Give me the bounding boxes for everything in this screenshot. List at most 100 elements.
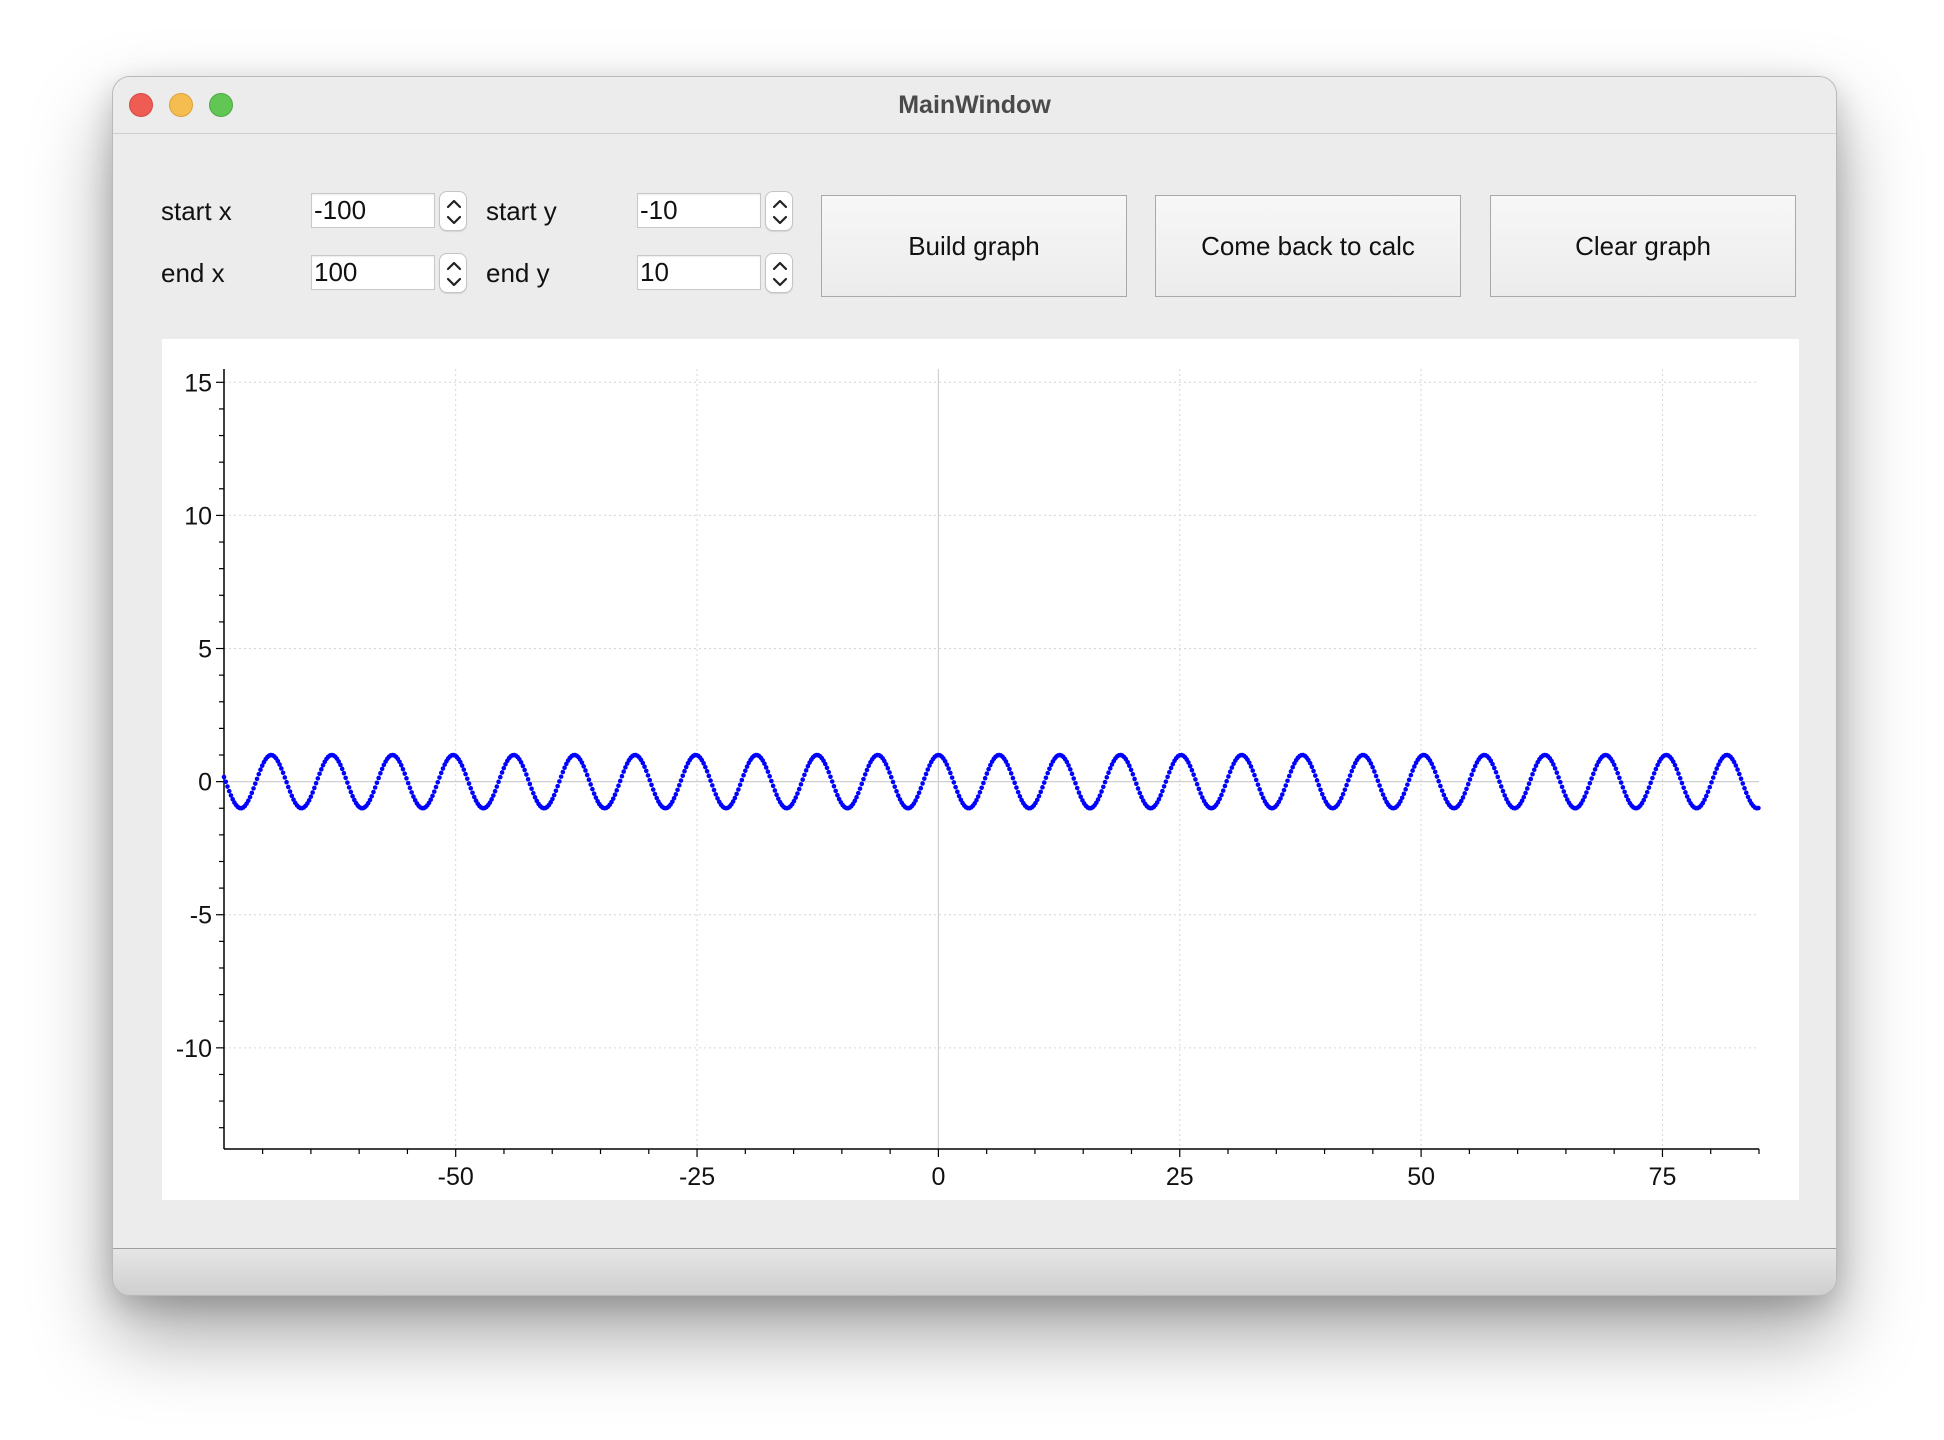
data-point bbox=[590, 786, 595, 792]
data-point bbox=[284, 779, 289, 785]
data-point bbox=[1613, 766, 1619, 772]
data-point bbox=[1672, 762, 1678, 768]
clear-graph-button[interactable]: Clear graph bbox=[1490, 195, 1796, 297]
x-tick-label: 75 bbox=[1649, 1163, 1677, 1191]
data-point bbox=[1712, 770, 1718, 776]
build-graph-button[interactable]: Build graph bbox=[821, 195, 1127, 297]
data-point bbox=[885, 765, 891, 771]
data-point bbox=[828, 774, 833, 780]
data-point bbox=[1465, 781, 1471, 787]
data-point bbox=[1431, 765, 1436, 770]
come-back-to-calc-button[interactable]: Come back to calc bbox=[1155, 195, 1461, 297]
start-x-label: start x bbox=[161, 196, 232, 226]
title-bar[interactable]: MainWindow bbox=[113, 77, 1836, 134]
data-point bbox=[1316, 782, 1322, 788]
maximize-window-button[interactable] bbox=[209, 93, 233, 117]
data-point bbox=[1066, 763, 1071, 768]
start-y-stepper[interactable] bbox=[765, 191, 793, 231]
data-point bbox=[1525, 786, 1530, 791]
start-x-stepper[interactable] bbox=[439, 191, 467, 231]
data-point bbox=[1132, 776, 1137, 782]
data-point bbox=[732, 795, 738, 801]
data-point bbox=[560, 769, 566, 775]
data-point bbox=[1344, 782, 1349, 788]
end-y-stepper[interactable] bbox=[765, 253, 793, 293]
data-point bbox=[1135, 786, 1141, 791]
data-point bbox=[1373, 773, 1379, 779]
end-y-label: end y bbox=[486, 258, 550, 288]
data-point bbox=[345, 780, 350, 785]
data-point bbox=[1379, 787, 1384, 793]
data-point bbox=[862, 772, 868, 777]
data-point bbox=[1010, 775, 1016, 781]
data-point bbox=[254, 776, 260, 782]
data-point bbox=[1097, 793, 1103, 799]
start-x-input[interactable]: -100 bbox=[311, 193, 435, 228]
data-point bbox=[1620, 785, 1626, 790]
data-point bbox=[583, 768, 588, 773]
minimize-window-button[interactable] bbox=[169, 93, 193, 117]
data-point bbox=[1498, 784, 1504, 789]
data-point bbox=[922, 776, 927, 781]
data-point bbox=[645, 773, 651, 778]
data-point bbox=[892, 784, 898, 790]
data-point bbox=[1193, 777, 1198, 782]
data-point bbox=[1653, 766, 1659, 772]
data-point bbox=[348, 789, 354, 795]
data-point bbox=[1380, 792, 1386, 797]
main-window: MainWindow start x -100 end x 100 start … bbox=[112, 76, 1837, 1296]
data-point bbox=[319, 767, 324, 772]
data-point bbox=[704, 768, 710, 774]
data-point bbox=[558, 774, 564, 779]
data-point bbox=[1401, 791, 1407, 797]
data-point bbox=[739, 777, 745, 783]
data-point bbox=[711, 787, 717, 793]
graph-plot-area[interactable]: 15 10 5 0 -5 -10 -50 -25 0 25 50 75 bbox=[162, 339, 1799, 1200]
end-y-input[interactable]: 10 bbox=[637, 255, 761, 290]
data-point bbox=[1189, 767, 1195, 773]
data-point bbox=[1439, 788, 1445, 793]
end-x-stepper[interactable] bbox=[439, 253, 467, 293]
data-point bbox=[1015, 789, 1021, 795]
data-point bbox=[1194, 781, 1200, 787]
data-point bbox=[614, 788, 620, 793]
data-point bbox=[1007, 766, 1012, 772]
data-point bbox=[676, 782, 682, 788]
data-point bbox=[402, 771, 408, 776]
data-point bbox=[1740, 781, 1746, 786]
data-point bbox=[1339, 795, 1344, 801]
close-window-button[interactable] bbox=[129, 93, 153, 117]
data-point bbox=[765, 769, 771, 775]
data-point bbox=[1436, 778, 1441, 784]
data-point bbox=[1076, 790, 1082, 795]
start-y-input[interactable]: -10 bbox=[637, 193, 761, 228]
data-point bbox=[223, 779, 229, 785]
data-point bbox=[1737, 771, 1742, 777]
data-point bbox=[586, 777, 592, 782]
data-point bbox=[1217, 796, 1223, 802]
data-point bbox=[1071, 776, 1077, 781]
data-point bbox=[1677, 775, 1683, 781]
data-point bbox=[915, 794, 920, 800]
end-x-input[interactable]: 100 bbox=[311, 255, 435, 290]
data-point bbox=[525, 776, 531, 782]
data-point bbox=[378, 771, 383, 776]
data-point bbox=[369, 793, 375, 799]
data-point bbox=[887, 770, 892, 775]
data-point bbox=[308, 794, 314, 799]
data-point bbox=[743, 768, 748, 774]
data-point bbox=[1226, 774, 1231, 779]
x-tick-label: 0 bbox=[931, 1163, 945, 1191]
data-point bbox=[312, 785, 317, 791]
data-point bbox=[524, 772, 529, 777]
data-point bbox=[1285, 778, 1290, 784]
data-point bbox=[861, 776, 866, 782]
data-point bbox=[459, 763, 465, 768]
data-point bbox=[398, 762, 404, 768]
data-point bbox=[376, 775, 381, 781]
data-point bbox=[470, 790, 475, 796]
data-point bbox=[770, 783, 776, 789]
data-point bbox=[979, 785, 984, 791]
window-title: MainWindow bbox=[898, 91, 1051, 119]
data-point bbox=[981, 780, 986, 786]
